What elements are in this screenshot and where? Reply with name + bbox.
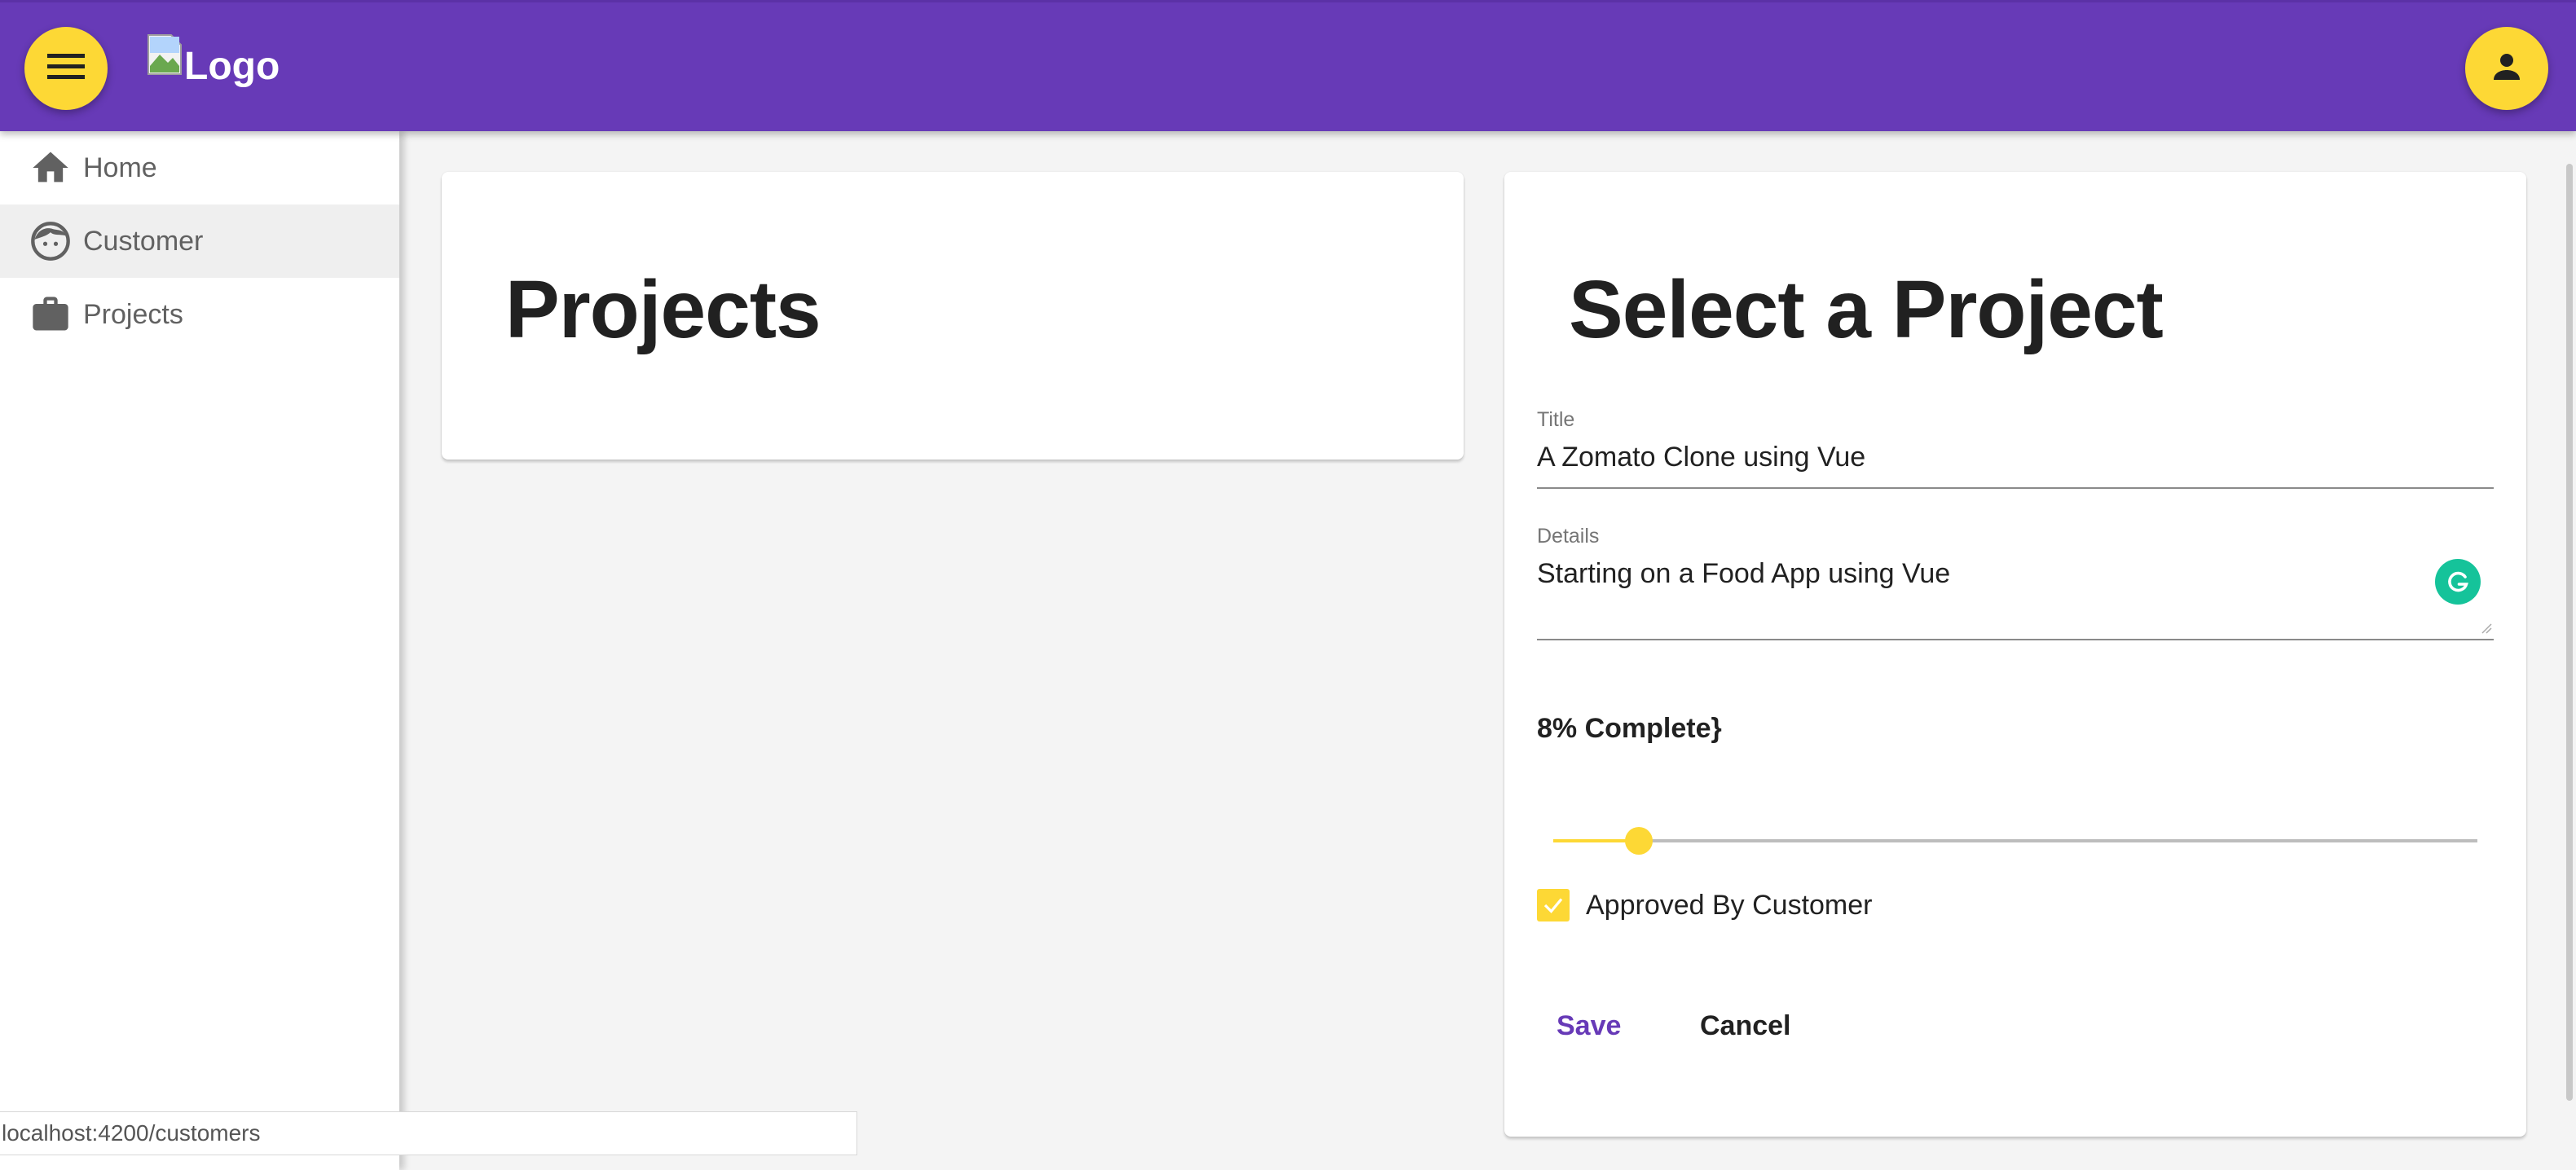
approved-checkbox-row[interactable]: Approved By Customer (1537, 889, 1873, 921)
cancel-button[interactable]: Cancel (1680, 993, 1811, 1058)
sidenav: Home Customer Projects (0, 131, 399, 1170)
slider-thumb[interactable] (1625, 827, 1653, 855)
detail-heading: Select a Project (1569, 264, 2164, 355)
title-input[interactable]: A Zomato Clone using Vue (1537, 442, 2494, 473)
vertical-scrollbar[interactable] (2563, 131, 2576, 1170)
save-button[interactable]: Save (1537, 993, 1640, 1058)
resize-grip-icon[interactable] (2481, 622, 2492, 634)
logo[interactable]: Logo (147, 33, 280, 99)
progress-label: 8% Complete} (1537, 713, 1722, 744)
sidebar-item-label: Customer (83, 225, 204, 257)
face-icon (29, 220, 72, 262)
projects-heading: Projects (505, 264, 821, 355)
grammarly-icon[interactable] (2435, 559, 2481, 605)
title-field[interactable]: Title A Zomato Clone using Vue (1537, 408, 2494, 490)
home-icon (29, 147, 72, 189)
sidebar-item-label: Home (83, 152, 157, 183)
projects-card: Projects (442, 172, 1464, 460)
slider-track (1553, 839, 2477, 842)
details-field-label: Details (1537, 525, 1600, 548)
hamburger-menu-icon (46, 51, 86, 87)
check-icon (1543, 898, 1563, 913)
person-icon (2487, 47, 2526, 90)
title-underline (1537, 487, 2494, 489)
details-field[interactable]: Details Starting on a Food App using Vue (1537, 525, 2494, 647)
sidebar-item-home[interactable]: Home (0, 131, 399, 205)
approved-checkbox[interactable] (1537, 889, 1570, 921)
details-underline (1537, 639, 2494, 640)
app-toolbar: Logo (0, 0, 2576, 131)
sidebar-item-label: Projects (83, 298, 183, 330)
logo-alt-text: Logo (184, 44, 280, 88)
scrollbar-thumb[interactable] (2566, 164, 2573, 1101)
progress-slider[interactable] (1553, 816, 2477, 864)
details-textarea[interactable]: Starting on a Food App using Vue (1537, 558, 2494, 590)
menu-button[interactable] (24, 27, 108, 110)
broken-image-icon (147, 33, 183, 76)
project-detail-card: Select a Project Title A Zomato Clone us… (1504, 172, 2526, 1137)
sidebar-item-projects[interactable]: Projects (0, 278, 399, 351)
approved-checkbox-label: Approved By Customer (1586, 889, 1873, 921)
work-icon (29, 293, 72, 336)
sidebar-item-customer[interactable]: Customer (0, 205, 399, 278)
account-button[interactable] (2465, 27, 2548, 110)
browser-status-url: localhost:4200/customers (0, 1111, 857, 1155)
title-field-label: Title (1537, 408, 1575, 431)
